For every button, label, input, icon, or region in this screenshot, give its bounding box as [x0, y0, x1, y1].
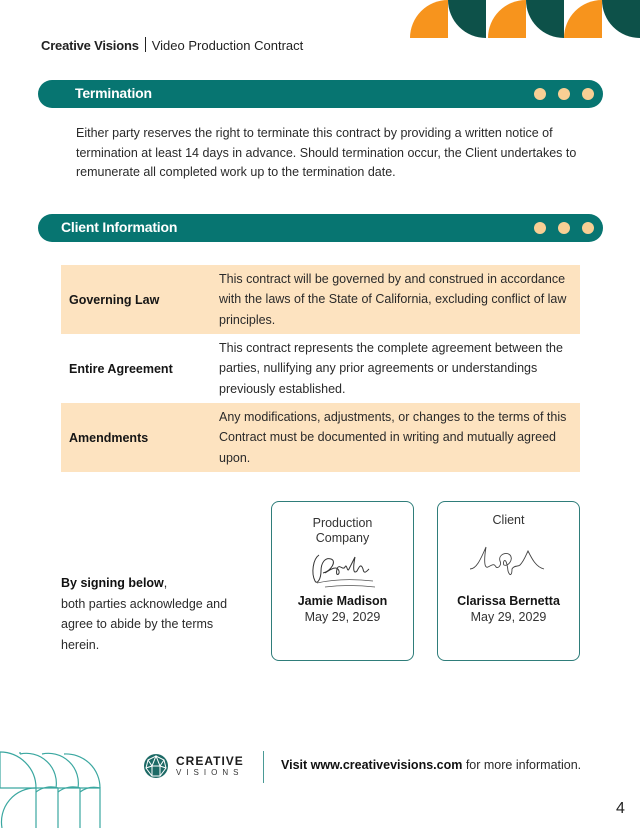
signature-image [272, 546, 413, 594]
header-divider [144, 37, 146, 52]
table-row: Amendments Any modifications, adjustment… [61, 403, 580, 472]
signature-icon [311, 554, 375, 588]
term-label: Governing Law [69, 292, 160, 307]
visit-suffix: for more information. [465, 758, 582, 772]
section-title: Termination [75, 85, 152, 101]
term-description: This contract represents the complete ag… [219, 340, 563, 396]
term-description: This contract will be governed by and co… [219, 271, 567, 327]
signatory-name: Clarissa Bernetta [457, 594, 560, 608]
signatory-role: Client [492, 513, 525, 527]
logo-wordmark: CREATIVE [176, 754, 244, 768]
decorative-dots [534, 88, 594, 100]
signature-icon [469, 546, 544, 576]
dot-icon [534, 88, 546, 100]
signing-date: May 29, 2029 [304, 610, 381, 624]
signatory-name: Jamie Madison [297, 594, 388, 608]
website-link[interactable]: Visit www.creativevisions.com [281, 758, 462, 772]
dot-icon [582, 222, 594, 234]
signature-card-client: Client Clarissa Bernetta May 29, 2029 [437, 501, 580, 661]
dot-icon [534, 222, 546, 234]
table-row: Governing Law This contract will be gove… [61, 265, 580, 334]
logo-subtitle: VISIONS [176, 768, 244, 777]
globe-icon [144, 754, 168, 778]
decorative-shapes-top [410, 0, 640, 38]
termination-section-header: Termination [38, 80, 603, 108]
page-number: 4 [616, 800, 625, 817]
footer-visit-text: Visit www.creativevisions.com for more i… [281, 758, 581, 772]
signatory-role: Production Company [312, 516, 373, 545]
signing-text: both parties acknowledge and agree to ab… [61, 596, 228, 652]
dot-icon [582, 88, 594, 100]
signing-note: By signing below, both parties acknowled… [61, 573, 241, 655]
section-title: Client Information [61, 219, 178, 235]
term-label: Entire Agreement [69, 361, 173, 376]
footer-logo: CREATIVE VISIONS [142, 752, 244, 780]
termination-text: Either party reserves the right to termi… [76, 126, 577, 179]
table-row: Entire Agreement This contract represent… [61, 334, 580, 403]
document-title: Video Production Contract [151, 38, 304, 53]
signature-image [438, 528, 579, 594]
decorative-arches-bottom [0, 751, 101, 828]
signature-card-production-company: Production Company Jamie Madison May 29,… [271, 501, 414, 661]
document-header: Creative Visions Video Production Contrac… [41, 37, 303, 53]
footer-divider [263, 751, 264, 783]
client-information-table: Governing Law This contract will be gove… [61, 265, 580, 472]
signing-lead: By signing below [61, 576, 164, 590]
comma: , [163, 576, 168, 590]
term-description: Any modifications, adjustments, or chang… [219, 409, 567, 465]
signing-date: May 29, 2029 [470, 610, 547, 624]
client-information-section-header: Client Information [38, 214, 603, 242]
term-label: Amendments [69, 430, 149, 445]
dot-icon [558, 222, 570, 234]
brand-name: Creative Visions [41, 38, 139, 53]
decorative-dots [534, 222, 594, 234]
dot-icon [558, 88, 570, 100]
